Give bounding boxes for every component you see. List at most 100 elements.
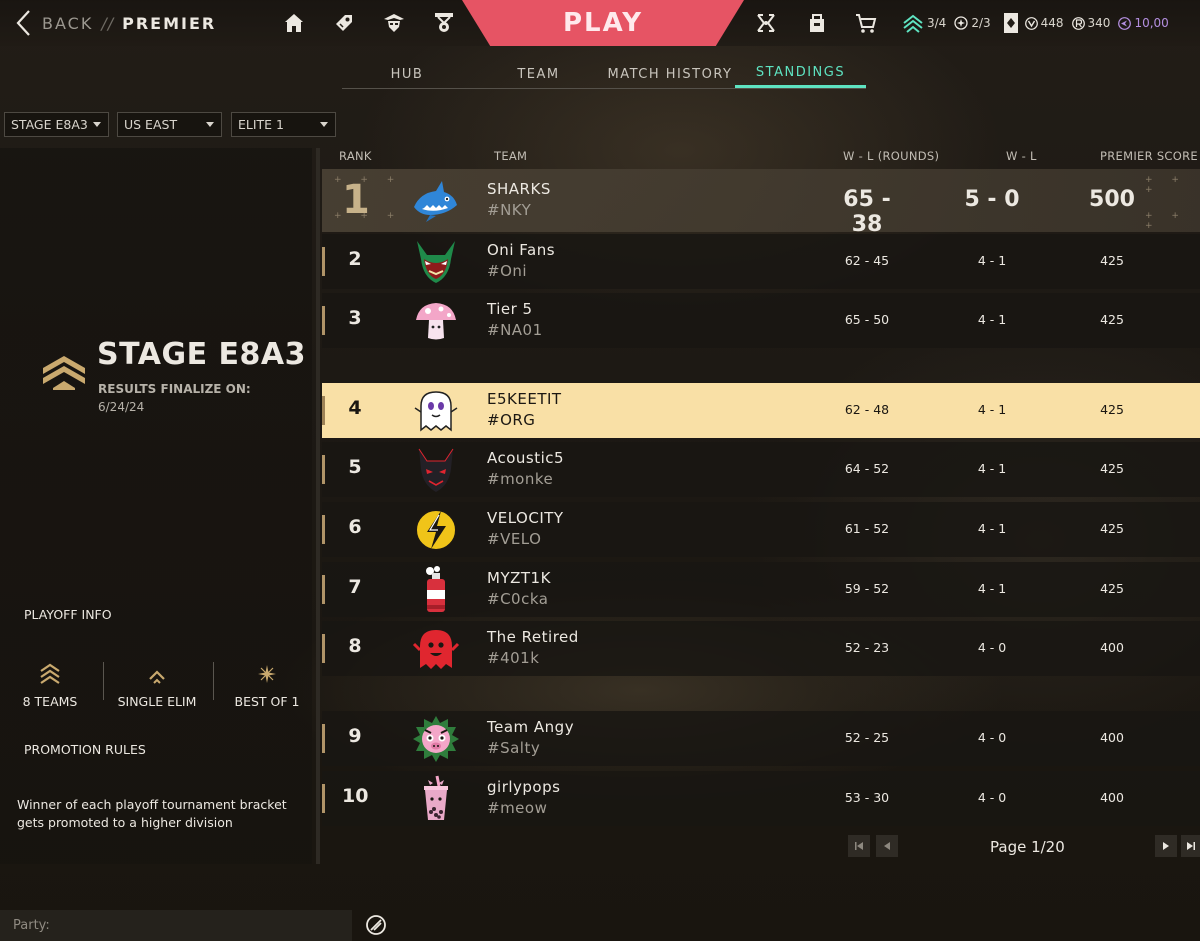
team-name: Oni Fans — [487, 241, 556, 259]
last-page-button[interactable] — [1181, 835, 1200, 857]
caret-down-icon — [206, 122, 214, 127]
party-invite-icon[interactable] — [364, 913, 388, 937]
header-premier-score: PREMIER SCORE — [1100, 149, 1198, 163]
stage-dropdown[interactable]: STAGE E8A3 — [4, 112, 109, 137]
match-record: 4 - 0 — [977, 640, 1007, 655]
store-cart-icon[interactable] — [854, 11, 878, 35]
standings-row-6[interactable]: 6 VELOCITY #VELO 61 - 52 4 - 1 425 — [322, 502, 1200, 557]
row-accent — [322, 396, 325, 425]
decoration-plus: + + + — [1145, 175, 1187, 195]
standings-row-4-my-team[interactable]: 4 E5KEETIT #ORG 62 - 48 4 - 1 425 — [322, 383, 1200, 438]
red-ghost-logo-icon — [412, 630, 460, 669]
standings-row-1[interactable]: + + + + + + + + + + + + 1 SHARKS #NKY 65… — [322, 169, 1200, 237]
team-tag: #C0cka — [487, 590, 549, 608]
match-record: 5 - 0 — [964, 187, 1020, 212]
team-tag: #Oni — [487, 262, 528, 280]
tab-hub[interactable]: HUB — [342, 60, 472, 88]
skip-to-first-icon — [855, 842, 863, 850]
back-button[interactable]: BACK // PREMIER — [14, 8, 216, 38]
decoration-plus: + + + — [1145, 211, 1187, 231]
team-name: Acoustic5 — [487, 449, 565, 467]
row-accent — [322, 515, 325, 544]
match-record: 4 - 1 — [977, 312, 1007, 327]
standings-row-5[interactable]: 5 Acoustic5 #monke 64 - 52 4 - 1 425 — [322, 442, 1200, 497]
rounds-record: 64 - 52 — [844, 461, 890, 476]
premier-icon[interactable] — [754, 11, 778, 35]
arrow-right-icon — [1163, 842, 1169, 850]
premier-matches-value: 3/4 — [927, 16, 947, 30]
rounds-record: 53 - 30 — [844, 790, 890, 805]
shark-logo-icon — [414, 181, 457, 222]
team-tag: #Salty — [487, 739, 541, 757]
row-accent — [322, 306, 325, 335]
rank-value: 6 — [348, 516, 362, 538]
rounds-record: 52 - 23 — [844, 640, 890, 655]
ghost-logo-icon — [414, 391, 458, 432]
team-name: VELOCITY — [487, 509, 564, 527]
premier-score: 425 — [1100, 461, 1124, 476]
rounds-record: 62 - 48 — [844, 402, 890, 417]
valorant-points-stat: 448 — [1024, 16, 1064, 30]
lightning-logo-icon — [415, 509, 457, 551]
breadcrumb-separator: // — [101, 13, 115, 33]
premier-score: 400 — [1100, 640, 1124, 655]
radianite-value: 340 — [1087, 16, 1111, 30]
battlepass-icon[interactable] — [805, 11, 829, 35]
collection-icon[interactable] — [332, 11, 356, 35]
region-dropdown-value: US EAST — [124, 117, 178, 132]
premier-matches-stat: 3/4 — [902, 13, 946, 33]
first-page-button[interactable] — [848, 835, 870, 857]
premier-tabs: HUB TEAM MATCH HISTORY STANDINGS — [342, 60, 866, 89]
play-button[interactable]: PLAY — [462, 0, 744, 46]
rank-value: 2 — [348, 248, 362, 270]
standings-row-3[interactable]: 3 Tier 5 #NA01 65 - 50 4 - 1 425 — [322, 293, 1200, 348]
division-dropdown[interactable]: ELITE 1 — [231, 112, 336, 137]
previous-page-button[interactable] — [876, 835, 898, 857]
rank-value: 3 — [348, 307, 362, 329]
team-name: Team Angy — [487, 718, 575, 736]
standings-row-7[interactable]: 7 MYZT1K #C0cka 59 - 52 4 - 1 425 — [322, 562, 1200, 617]
team-name: Tier 5 — [487, 300, 533, 318]
match-record: 4 - 1 — [977, 581, 1007, 596]
party-bar[interactable]: Party: — [0, 910, 352, 941]
team-tag: #VELO — [487, 530, 542, 548]
playoff-teams-label: 8 TEAMS — [22, 694, 78, 709]
next-page-button[interactable] — [1155, 835, 1177, 857]
currency-bar: 3/4 2/3 448 340 10,00 — [902, 11, 1177, 35]
standings-row-10[interactable]: 10 girlypops #meow 53 - 30 4 - 0 400 — [322, 771, 1200, 826]
match-record: 4 - 0 — [977, 790, 1007, 805]
mushroom-logo-icon — [416, 303, 456, 340]
header-rank: RANK — [339, 149, 372, 163]
home-icon[interactable] — [282, 11, 306, 35]
rounds-record: 61 - 52 — [844, 521, 890, 536]
tab-standings[interactable]: STANDINGS — [735, 60, 866, 88]
row-accent — [322, 724, 325, 753]
promotion-rules-text: Winner of each playoff tournament bracke… — [17, 797, 287, 830]
divider — [213, 662, 214, 700]
premier-score: 425 — [1100, 521, 1124, 536]
standings-row-8[interactable]: 8 The Retired #401k 52 - 23 4 - 0 400 — [322, 621, 1200, 676]
rounds-record: 59 - 52 — [844, 581, 890, 596]
boba-cup-logo-icon — [424, 775, 448, 820]
agents-icon[interactable] — [382, 11, 406, 35]
tab-match-history[interactable]: MATCH HISTORY — [605, 60, 735, 88]
premier-division-icon — [903, 14, 923, 33]
single-elim-chevron-icon — [149, 670, 165, 684]
tab-team[interactable]: TEAM — [472, 60, 605, 88]
premier-score: 425 — [1100, 402, 1124, 417]
team-tag: #401k — [487, 649, 540, 667]
team-tag: #ORG — [487, 411, 536, 429]
promotion-rules-title: PROMOTION RULES — [24, 742, 146, 757]
table-edge-divider — [316, 148, 320, 864]
match-record: 4 - 1 — [977, 402, 1007, 417]
kingdom-credits-icon — [1118, 16, 1132, 30]
rank-value: 8 — [348, 635, 362, 657]
career-icon[interactable] — [432, 11, 456, 35]
row-accent — [322, 575, 325, 604]
standings-row-9[interactable]: 9 Team Angy #Salty 52 - 25 4 - 0 400 — [322, 711, 1200, 766]
rank-value: 4 — [348, 397, 362, 419]
region-dropdown[interactable]: US EAST — [117, 112, 222, 137]
standings-row-2[interactable]: 2 Oni Fans #Oni 62 - 45 4 - 1 425 — [322, 234, 1200, 289]
skip-to-last-icon — [1186, 842, 1195, 850]
team-name: The Retired — [487, 628, 579, 646]
